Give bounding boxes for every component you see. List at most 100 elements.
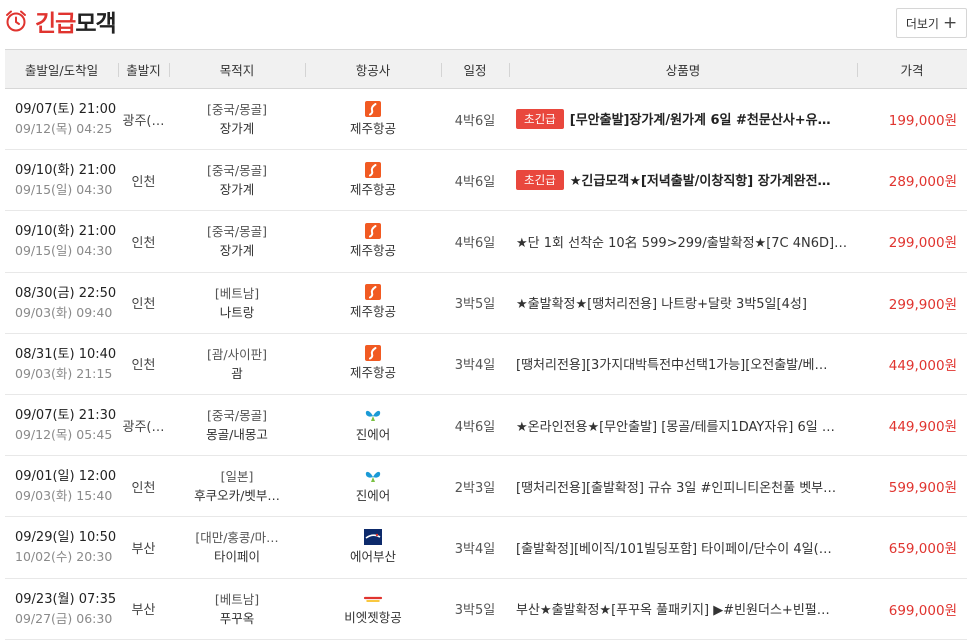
price-cell: 699,000원 [888,602,957,619]
schedule-cell: 3박5일 [454,603,496,619]
alarm-clock-icon [6,10,26,32]
product-name-link[interactable]: ★긴급모객★[저녁출발/이창직항] 장가계완전… [570,174,831,189]
schedule-cell: 4박6일 [454,174,496,190]
dates-cell: 09/23(월) 07:35 09/27(금) 06:30 [5,578,118,639]
product-name-link[interactable]: 부산★출발확정★[푸꾸옥 풀패키지] ▶#빈원더스+빈펄… [516,603,830,618]
product-cell: 초긴급 ★긴급모객★[저녁출발/이창직항] 장가계완전… [509,150,857,211]
airline-cell: 제주항공 [305,333,441,394]
destination-place: 푸꾸옥 [219,610,255,626]
origin-city: 광주(… [122,113,165,129]
destination-region: [중국/몽골] [207,408,267,424]
destination-region: [대만/홍콩/마… [195,530,279,546]
schedule-cell: 4박6일 [454,113,496,129]
dates-cell: 09/07(토) 21:30 09/12(목) 05:45 [5,394,118,455]
jeju-air-logo [365,345,381,362]
departure-datetime: 08/31(토) 10:40 [15,346,117,362]
destination-place: 장가계 [219,121,255,137]
destination-cell: [일본] 후쿠오카/벳부… [169,456,305,517]
title-red-part: 긴급 [35,11,76,37]
destination-cell: [대만/홍콩/마… 타이페이 [169,517,305,578]
column-header-origin: 출발지 [118,50,169,89]
air-busan-logo [364,528,382,545]
departure-datetime: 08/30(금) 22:50 [15,285,117,301]
jeju-air-logo [305,100,441,119]
dates-cell: 09/29(일) 10:50 10/02(수) 20:30 [5,517,118,578]
departure-datetime: 09/23(월) 07:35 [15,591,117,607]
price-cell: 659,000원 [888,541,957,558]
table-row[interactable]: 08/31(토) 10:40 09/03(화) 21:15 인천 [괌/사이판]… [5,333,967,395]
product-cell: 부산★출발확정★[푸꾸옥 풀패키지] ▶#빈원더스+빈펄… [509,578,857,639]
dates-cell: 08/30(금) 22:50 09/03(화) 09:40 [5,272,118,333]
price-cell: 299,000원 [888,235,957,252]
table-row[interactable]: 09/07(토) 21:30 09/12(목) 05:45 광주(… [중국/몽… [5,394,967,456]
table-row[interactable]: 09/01(일) 12:00 09/03(화) 15:40 인천 [일본] 후쿠… [5,456,967,517]
arrival-datetime: 09/15(일) 04:30 [15,243,113,259]
arrival-datetime: 09/03(화) 15:40 [15,488,113,504]
column-header-schedule: 일정 [441,50,509,89]
jeju-air-logo [305,345,441,363]
destination-place: 장가계 [219,182,255,198]
more-button[interactable]: 더보기 + [896,8,967,38]
destination-cell: [중국/몽골] 몽골/내몽고 [169,394,305,455]
table-row[interactable]: 09/10(화) 21:00 09/15(일) 04:30 인천 [중국/몽골]… [5,211,967,273]
product-cell: ★출발확정★[땡처리전용] 나트랑+달랏 3박5일[4성] [509,272,857,333]
product-name-link[interactable]: ★단 1회 선착순 10名 599>299/출발확정★[7C 4N6D]… [516,236,847,251]
table-row[interactable]: 09/23(월) 07:35 09/27(금) 06:30 부산 [베트남] 푸… [5,578,967,640]
destination-region: [일본] [220,469,254,485]
table-row[interactable]: 09/07(토) 21:00 09/12(목) 04:25 광주(… [중국/몽… [5,89,967,150]
product-name-link[interactable]: ★출발확정★[땡처리전용] 나트랑+달랏 3박5일[4성] [516,297,807,312]
vietjet-logo [363,596,383,602]
origin-city: 부산 [131,541,156,557]
jin-air-logo [365,410,381,421]
schedule-cell: 3박4일 [454,358,496,374]
product-name-link[interactable]: [무안출발]장가계/원가계 6일 #천문산사+유… [570,113,831,128]
destination-place: 괌 [231,365,243,381]
dates-cell: 08/31(토) 10:40 09/03(화) 21:15 [5,333,118,394]
jeju-air-logo [305,284,441,302]
dates-cell: 09/01(일) 12:00 09/03(화) 15:40 [5,456,118,517]
product-cell: [땡처리전용][3가지대박특전中선택1가능][오전출발/베… [509,333,857,394]
origin-city: 인천 [131,358,156,374]
product-cell: [출발확정][베이직/101빌딩포함] 타이페이/단수이 4일(… [509,517,857,578]
departure-datetime: 09/07(토) 21:00 [15,102,117,118]
product-name-link[interactable]: ★온라인전용★[무안출발] [몽골/테를지1DAY자유] 6일 … [516,420,835,435]
schedule-cell: 3박5일 [454,297,496,313]
price-cell: 449,000원 [888,357,957,374]
product-name-link[interactable]: [땡처리전용][출발확정] 규슈 3일 #인피니티온천풀 벳부… [516,481,836,496]
origin-city: 인천 [131,297,156,313]
destination-region: [베트남] [214,285,260,301]
airline-name: 제주항공 [349,304,396,320]
airline-name: 에어부산 [349,548,396,564]
airline-cell: 제주항공 [305,272,441,333]
arrival-datetime: 09/27(금) 06:30 [15,610,113,626]
destination-region: [중국/몽골] [207,102,267,118]
origin-city: 인천 [131,235,156,251]
column-header-price: 가격 [857,50,967,89]
price-cell: 599,900원 [888,480,957,497]
jeju-air-logo [365,284,381,301]
product-name-link[interactable]: [출발확정][베이직/101빌딩포함] 타이페이/단수이 4일(… [516,542,832,557]
airline-name: 진에어 [355,426,391,442]
table-row[interactable]: 09/10(화) 21:00 09/15(일) 04:30 인천 [중국/몽골]… [5,150,967,211]
table-row[interactable]: 09/29(일) 10:50 10/02(수) 20:30 부산 [대만/홍콩/… [5,517,967,578]
jeju-air-logo [305,161,441,180]
price-cell: 299,900원 [888,296,957,313]
destination-region: [괌/사이판] [207,346,267,362]
jeju-air-logo [365,222,381,239]
destination-place: 후쿠오카/벳부… [194,488,280,504]
airline-cell: 비엣젯항공 [305,578,441,639]
jeju-air-logo [305,222,441,241]
arrival-datetime: 10/02(수) 20:30 [15,549,113,565]
airline-cell: 제주항공 [305,150,441,211]
price-cell: 449,900원 [888,419,957,436]
air-busan-logo [305,528,441,547]
arrival-datetime: 09/03(화) 09:40 [15,304,113,320]
urgent-badge: 초긴급 [516,170,564,191]
departure-datetime: 09/07(토) 21:30 [15,408,117,424]
more-button-label: 더보기 [905,16,939,31]
jeju-air-logo [365,161,381,178]
column-header-airline: 항공사 [305,50,441,89]
table-row[interactable]: 08/30(금) 22:50 09/03(화) 09:40 인천 [베트남] 나… [5,272,967,334]
product-name-link[interactable]: [땡처리전용][3가지대박특전中선택1가능][오전출발/베… [516,358,827,373]
arrival-datetime: 09/15(일) 04:30 [15,182,113,198]
